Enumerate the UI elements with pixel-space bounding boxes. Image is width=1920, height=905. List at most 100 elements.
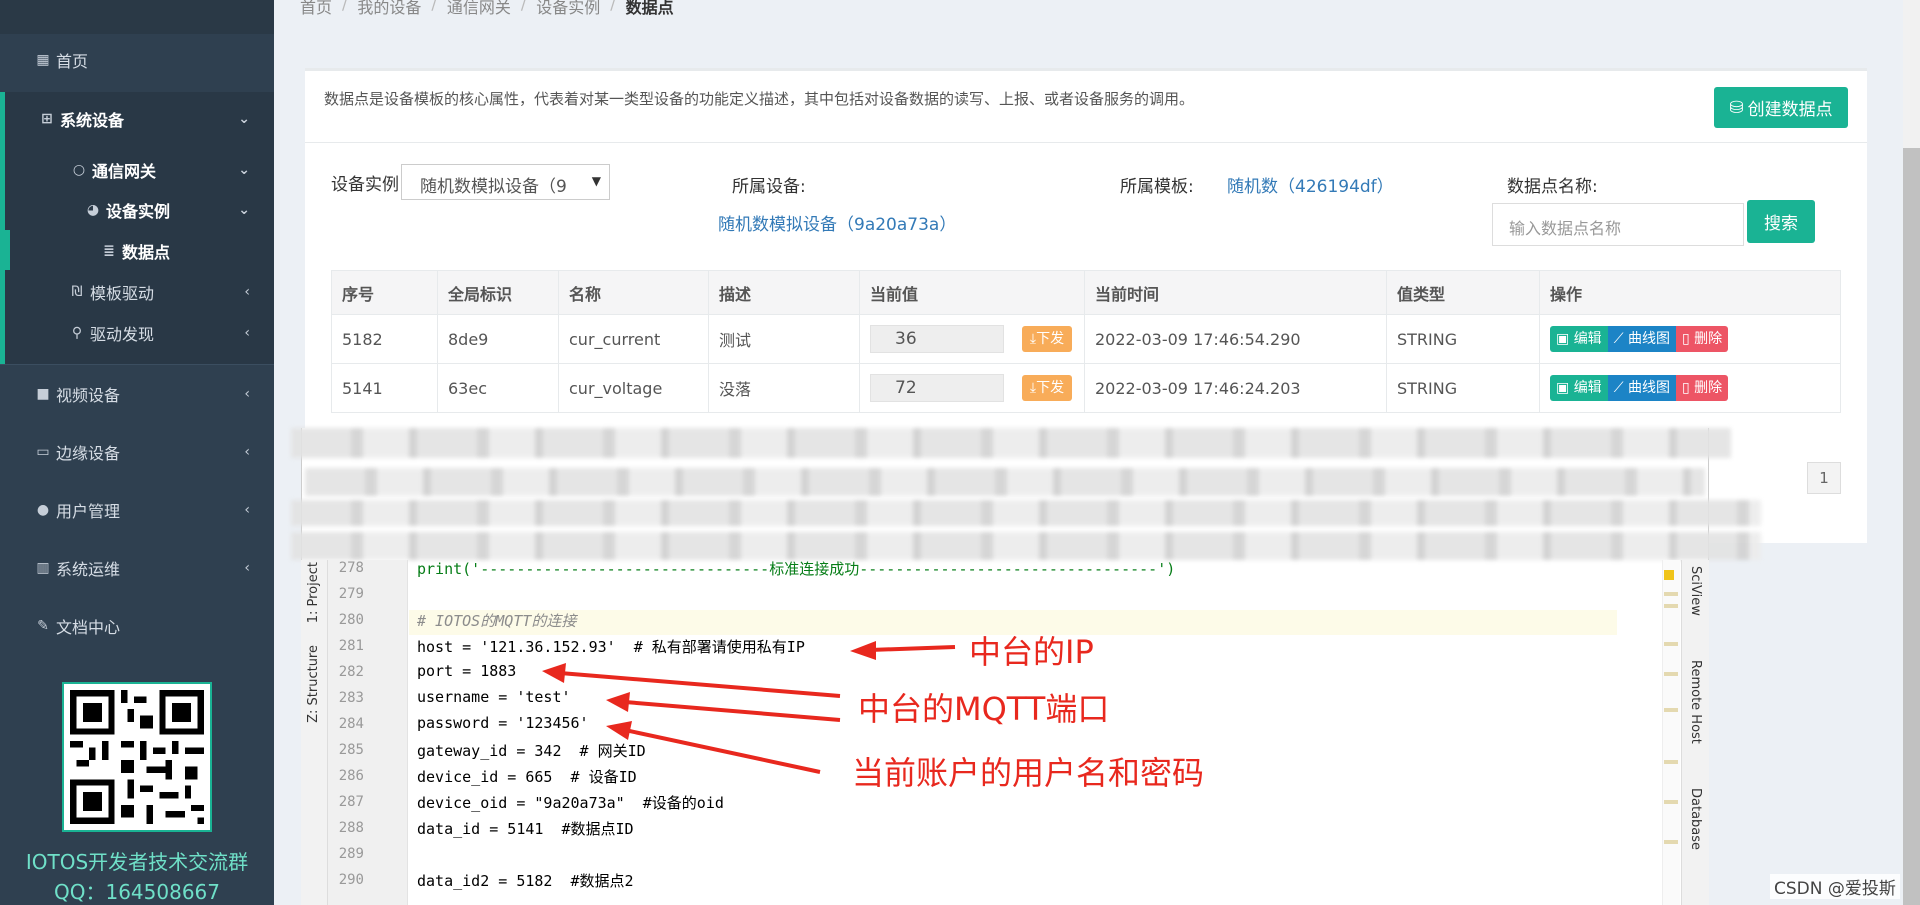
- sidebar-item-datapoint[interactable]: ≣ 数据点: [96, 239, 274, 263]
- datapoint-name-input[interactable]: 输入数据点名称: [1492, 203, 1744, 246]
- video-icon: ■: [36, 386, 50, 402]
- scrollbar-thumb[interactable]: [1903, 148, 1920, 905]
- sidebar-item-system-devices[interactable]: ⊞ 系统设备 ⌄: [34, 107, 274, 131]
- chevron-left-icon: ‹: [244, 325, 250, 341]
- blurred-tabs: [291, 532, 1761, 560]
- caret-down-icon: ▼: [591, 174, 601, 188]
- template-link[interactable]: 随机数（426194df）: [1227, 172, 1394, 197]
- edit-icon: ▣: [1556, 380, 1574, 396]
- sidebar-item-home[interactable]: ▦ 首页: [30, 48, 304, 72]
- sidebar-item-docs[interactable]: ✎ 文档中心: [30, 614, 274, 638]
- line-number: 287: [338, 794, 364, 810]
- database-tab[interactable]: Database: [1688, 788, 1703, 850]
- edit-button[interactable]: ▣ 编辑: [1550, 375, 1608, 401]
- stripe-mark: [1664, 800, 1678, 804]
- instance-select[interactable]: 随机数模拟设备（9 ▼: [401, 164, 610, 200]
- page-description: 数据点是设备模板的核心属性，代表着对某一类型设备的功能定义描述，其中包括对设备数…: [324, 90, 1195, 108]
- cell-time: 2022-03-09 17:46:24.203: [1084, 363, 1387, 413]
- breadcrumb-gateway[interactable]: 通信网关: [447, 0, 511, 18]
- blurred-breadcrumb: [291, 500, 1761, 526]
- sidebar-item-video-devices[interactable]: ■ 视频设备 ‹: [30, 382, 274, 406]
- circle-icon: ○: [72, 162, 86, 178]
- line-number: 281: [338, 638, 364, 654]
- project-tab[interactable]: 1: Project: [306, 562, 321, 623]
- line-number: 279: [338, 586, 364, 602]
- stripe-mark: [1664, 708, 1678, 712]
- datapoint-name-label: 数据点名称:: [1507, 177, 1598, 197]
- value-input[interactable]: 36: [870, 325, 1004, 353]
- col-id: 序号: [331, 270, 438, 315]
- send-button[interactable]: ⤓下发: [1022, 375, 1072, 401]
- chart-button[interactable]: ⟋ 曲线图: [1607, 375, 1676, 401]
- sidebar-item-label: 通信网关: [92, 162, 157, 181]
- chart-button[interactable]: ⟋ 曲线图: [1607, 326, 1676, 352]
- code-line: device_oid = "9a20a73a" #设备的oid: [417, 794, 724, 812]
- ide-right-toolbar: SciView Remote Host Database: [1681, 560, 1709, 905]
- line-number: 282: [338, 664, 364, 680]
- remote-host-tab[interactable]: Remote Host: [1688, 660, 1703, 744]
- line-number: 290: [338, 872, 364, 888]
- error-stripe: [1662, 560, 1680, 905]
- sidebar-item-device-instance[interactable]: ◕ 设备实例 ⌄: [80, 198, 274, 222]
- edit-icon: ✎: [37, 618, 49, 634]
- cell-desc: 测试: [708, 314, 860, 364]
- qr-code: [62, 682, 212, 832]
- edit-icon: ▣: [1556, 331, 1574, 347]
- pagination-page-1[interactable]: 1: [1807, 462, 1841, 494]
- structure-tab[interactable]: Z: Structure: [306, 645, 321, 723]
- trash-icon: ▯: [1681, 331, 1695, 347]
- line-number: 285: [338, 742, 364, 758]
- chevron-left-icon: ‹: [244, 502, 250, 518]
- send-button[interactable]: ⤓下发: [1022, 326, 1072, 352]
- code-line: gateway_id = 342 # 网关ID: [417, 742, 646, 760]
- line-number: 286: [338, 768, 364, 784]
- drive-icon: ₪: [71, 284, 83, 300]
- breadcrumb-current: 数据点: [625, 0, 674, 17]
- template-label: 所属模板:: [1120, 177, 1194, 197]
- database-icon: ⛁: [1729, 97, 1744, 118]
- breadcrumb-device-instance[interactable]: 设备实例: [536, 0, 600, 18]
- laptop-icon: ▭: [36, 444, 50, 460]
- warning-marker: [1664, 570, 1674, 580]
- search-button[interactable]: 搜索: [1747, 200, 1815, 243]
- delete-button[interactable]: ▯ 删除: [1675, 375, 1729, 401]
- line-number: 280: [338, 612, 364, 628]
- cell-actions: ▣ 编辑 ⟋ 曲线图 ▯ 删除: [1539, 363, 1841, 413]
- table-row: 5182 8de9 cur_current 测试 36 ⤓下发 2022-03-0…: [331, 314, 1841, 364]
- breadcrumb-home[interactable]: 首页: [300, 0, 332, 18]
- grid-icon: ▦: [36, 52, 50, 68]
- qr-code-image: [70, 690, 204, 824]
- sidebar-item-template-driver[interactable]: ₪ 模板驱动 ‹: [64, 280, 274, 304]
- annotation-credentials: 当前账户的用户名和密码: [852, 754, 1205, 792]
- cell-name: cur_voltage: [558, 363, 709, 413]
- code-line: data_id = 5141 #数据点ID: [417, 820, 634, 838]
- chevron-left-icon: ‹: [244, 386, 250, 402]
- create-datapoint-button[interactable]: ⛁ 创建数据点: [1714, 87, 1848, 128]
- sciview-tab[interactable]: SciView: [1688, 566, 1703, 616]
- device-link[interactable]: 随机数模拟设备（9a20a73a）: [718, 210, 956, 235]
- plug-icon: ⚲: [71, 325, 83, 341]
- line-chart-icon: ⟋: [1613, 331, 1628, 347]
- code-line: data_id2 = 5182 #数据点2: [417, 872, 634, 890]
- line-number: 288: [338, 820, 364, 836]
- line-number: 283: [338, 690, 364, 706]
- cell-global-id: 8de9: [437, 314, 559, 364]
- code-line: device_id = 665 # 设备ID: [417, 768, 637, 786]
- sidebar-item-edge-devices[interactable]: ▭ 边缘设备 ‹: [30, 440, 274, 464]
- sidebar-item-operations[interactable]: ▥ 系统运维 ‹: [30, 556, 274, 580]
- edit-button[interactable]: ▣ 编辑: [1550, 326, 1608, 352]
- value-input[interactable]: 72: [870, 374, 1004, 402]
- sidebar-item-driver-discovery[interactable]: ⚲ 驱动发现 ‹: [64, 321, 274, 345]
- sidebar-item-gateway[interactable]: ○ 通信网关 ⌄: [66, 158, 274, 182]
- active-indicator: [0, 230, 10, 270]
- send-label: 下发: [1036, 380, 1065, 396]
- stripe-mark: [1664, 760, 1678, 764]
- sidebar: ▦ 首页 ⊞ 系统设备 ⌄ ○ 通信网关 ⌄ ◕ 设备实例 ⌄ ≣ 数据点 ₪ …: [0, 0, 274, 905]
- delete-button[interactable]: ▯ 删除: [1675, 326, 1729, 352]
- cell-type: STRING: [1386, 314, 1540, 364]
- breadcrumb-my-devices[interactable]: 我的设备: [357, 0, 421, 18]
- user-icon: ●: [36, 502, 50, 518]
- send-label: 下发: [1036, 331, 1065, 347]
- sidebar-item-user-management[interactable]: ● 用户管理 ‹: [30, 498, 274, 522]
- bar-chart-icon: ▥: [36, 560, 50, 576]
